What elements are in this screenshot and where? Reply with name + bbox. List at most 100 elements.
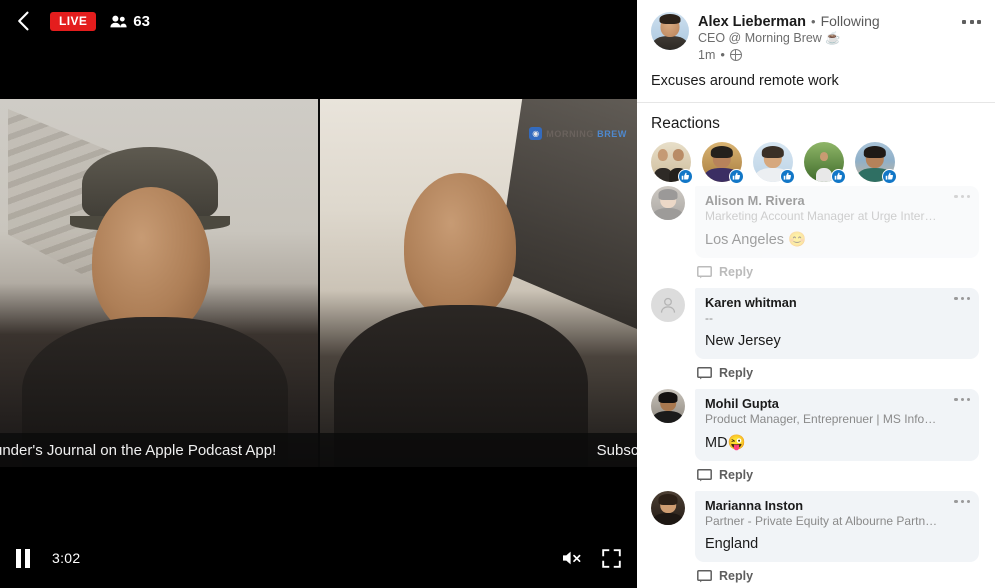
comments-list[interactable]: Alison M. Rivera Marketing Account Manag… [637,186,995,588]
ra2-hair [710,146,734,158]
c4-body [653,513,683,525]
commenter-name[interactable]: Mohil Gupta [705,396,969,411]
reaction-avatar-4[interactable] [804,142,846,184]
split-screen-divider [318,99,320,467]
cmore-dot-1 [954,195,958,199]
morning-brew-logo-glyph: ◉ [532,128,540,138]
like-thumbs-up-icon-4 [831,169,846,184]
comment-item[interactable]: Karen whitman -- New Jersey Reply [637,288,995,380]
commenter-headline: -- [705,311,713,325]
ticker-left-text: under's Journal on the Apple Podcast App… [0,441,277,459]
comment-bubble: Karen whitman -- New Jersey [695,288,979,359]
live-badge[interactable]: LIVE [50,11,97,31]
reply-button[interactable]: Reply [695,265,979,279]
video-participant-left [0,99,318,467]
live-video-post-screen: LIVE 63 ◉ MORNING BREW under's Journal o… [0,0,995,588]
watermark-text-accent: BREW [597,128,627,139]
commenter-avatar[interactable] [651,288,685,322]
post-more-options-icon[interactable] [962,20,981,24]
comment-text: New Jersey [705,333,781,349]
cmore-dot-1 [954,297,958,301]
comment-item[interactable]: Marianna Inston Partner - Private Equity… [637,491,995,583]
comment-item[interactable]: Mohil Gupta Product Manager, Entreprenue… [637,389,995,482]
reaction-avatar-2[interactable] [702,142,744,184]
cmore-dot-2 [960,398,964,402]
people-icon [110,15,127,27]
video-ticker-overlay: under's Journal on the Apple Podcast App… [0,433,637,467]
comment-text: MD😜 [705,435,746,451]
author-avatar[interactable] [651,12,689,50]
comment-body: Alison M. Rivera Marketing Account Manag… [695,186,979,279]
following-label[interactable]: Following [821,13,880,29]
more-dot-3 [977,20,981,24]
ra5-hair [863,146,887,158]
viewer-count-value: 63 [133,12,150,30]
pause-icon[interactable] [16,548,30,568]
morning-brew-logo-icon: ◉ [529,127,543,140]
commenter-name[interactable]: Karen whitman [705,295,969,310]
reply-label: Reply [719,366,754,380]
c3-hair [658,392,678,403]
reactions-title: Reactions [651,115,720,132]
reactions-avatar-row [651,142,981,184]
cmore-dot-1 [954,398,958,402]
morning-brew-watermark: ◉ MORNING BREW [529,127,627,140]
reaction-avatar-1[interactable] [651,142,693,184]
ra3-hair [761,146,785,158]
ra4-head [820,152,828,162]
post-text: Excuses around remote work [651,73,839,89]
post-header: Alex Lieberman • Following CEO @ Morning… [637,0,995,62]
video-controls-right [561,548,621,568]
comment-more-options-icon[interactable] [954,297,970,301]
comment-more-options-icon[interactable] [954,500,970,504]
comment-bubble: Mohil Gupta Product Manager, Entreprenue… [695,389,979,461]
post-time-row: 1m • [698,47,981,62]
commenter-name[interactable]: Marianna Inston [705,498,969,513]
comment-more-options-icon[interactable] [954,195,970,199]
commenter-avatar[interactable] [651,186,685,220]
reply-button[interactable]: Reply [695,569,979,583]
reply-label: Reply [719,569,754,583]
video-frame: ◉ MORNING BREW under's Journal on the Ap… [0,99,637,467]
cmore-dot-1 [954,500,958,504]
ra1-head-2 [672,149,684,162]
commenter-headline: Partner - Private Equity at Albourne Par… [705,514,938,528]
commenter-avatar[interactable] [651,389,685,423]
c1-hair [658,189,678,200]
post-time: 1m [698,47,716,62]
elapsed-time: 3:02 [52,550,81,566]
video-player[interactable]: LIVE 63 ◉ MORNING BREW under's Journal o… [0,0,637,588]
comment-more-options-icon[interactable] [954,398,970,402]
reply-button[interactable]: Reply [695,468,979,482]
comment-text: Los Angeles 😊 [705,232,807,248]
like-thumbs-up-icon-1 [678,169,693,184]
volume-muted-icon[interactable] [561,549,583,567]
author-avatar-body [653,36,687,50]
author-headline: CEO @ Morning Brew ☕ [698,31,841,45]
reply-label: Reply [719,468,754,482]
author-name[interactable]: Alex Lieberman [698,14,806,30]
morning-brew-wordmark: MORNING BREW [546,129,627,139]
ra1-head [657,149,669,162]
video-participant-right [320,99,637,467]
comment-text: England [705,536,759,552]
fullscreen-icon[interactable] [602,548,621,568]
reaction-avatar-3[interactable] [753,142,795,184]
reaction-avatar-5[interactable] [855,142,897,184]
reply-button[interactable]: Reply [695,366,979,380]
commenter-avatar[interactable] [651,491,685,525]
default-person-icon [660,297,676,313]
pause-bar-left [16,548,21,568]
participant-right-head [404,173,516,321]
commenter-name[interactable]: Alison M. Rivera [705,193,969,208]
more-dot-1 [962,20,966,24]
comment-bubble-icon [697,265,712,278]
comment-item[interactable]: Alison M. Rivera Marketing Account Manag… [637,186,995,279]
more-dot-2 [969,20,974,24]
ticker-right-text: Subscrib [596,441,637,459]
ra4-body [816,168,832,182]
pause-bar-right [25,548,30,568]
back-chevron-icon[interactable] [10,8,36,34]
video-controls-bar: 3:02 [0,528,637,588]
comment-body: Mohil Gupta Product Manager, Entreprenue… [695,389,979,482]
